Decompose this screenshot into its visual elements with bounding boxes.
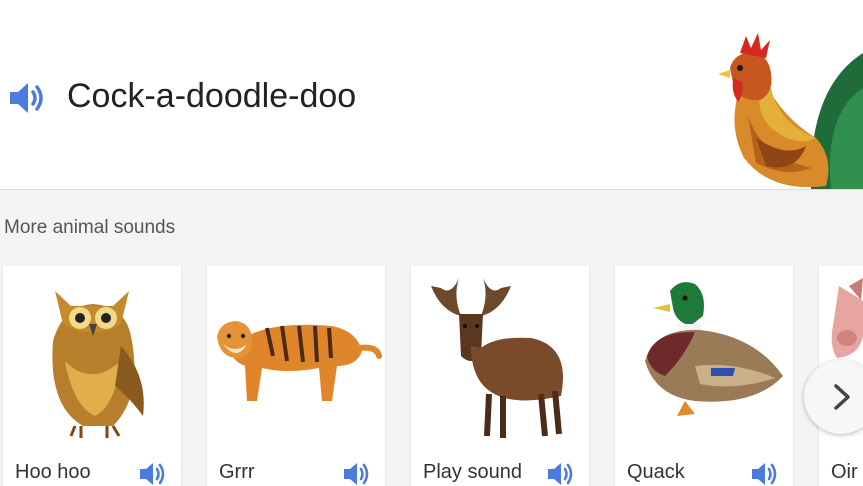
- speaker-icon[interactable]: [342, 460, 372, 486]
- owl-illustration: [52, 291, 144, 438]
- chevron-right-icon: [834, 384, 850, 410]
- card-label: Hoo hoo: [15, 461, 91, 483]
- section-title: More animal sounds: [4, 217, 176, 238]
- answer-card: Cock-a-doodle-doo: [0, 0, 863, 190]
- tiger-illustration: [217, 321, 382, 401]
- speaker-icon[interactable]: [8, 79, 48, 117]
- rooster-illustration: [718, 33, 863, 189]
- animal-card-tiger[interactable]: Grrr: [207, 266, 385, 486]
- speaker-icon[interactable]: [750, 460, 780, 486]
- animal-card-moose[interactable]: Play sound: [411, 266, 589, 486]
- animal-carousel: Hoo hoo Grrr Play sound Quack Oir: [0, 266, 863, 486]
- animal-card-owl[interactable]: Hoo hoo: [3, 266, 181, 486]
- speaker-icon[interactable]: [138, 460, 168, 486]
- card-label: Play sound: [423, 461, 522, 483]
- speaker-icon[interactable]: [546, 460, 576, 486]
- animal-card-duck[interactable]: Quack: [615, 266, 793, 486]
- card-label: Quack: [627, 461, 685, 483]
- card-label: Oir: [831, 461, 858, 483]
- moose-illustration: [431, 278, 563, 438]
- more-animal-sounds: More animal sounds Hoo hoo Grrr Play sou…: [0, 190, 863, 486]
- card-label: Grrr: [219, 461, 255, 483]
- sound-title: Cock-a-doodle-doo: [67, 77, 357, 115]
- duck-illustration: [645, 282, 783, 416]
